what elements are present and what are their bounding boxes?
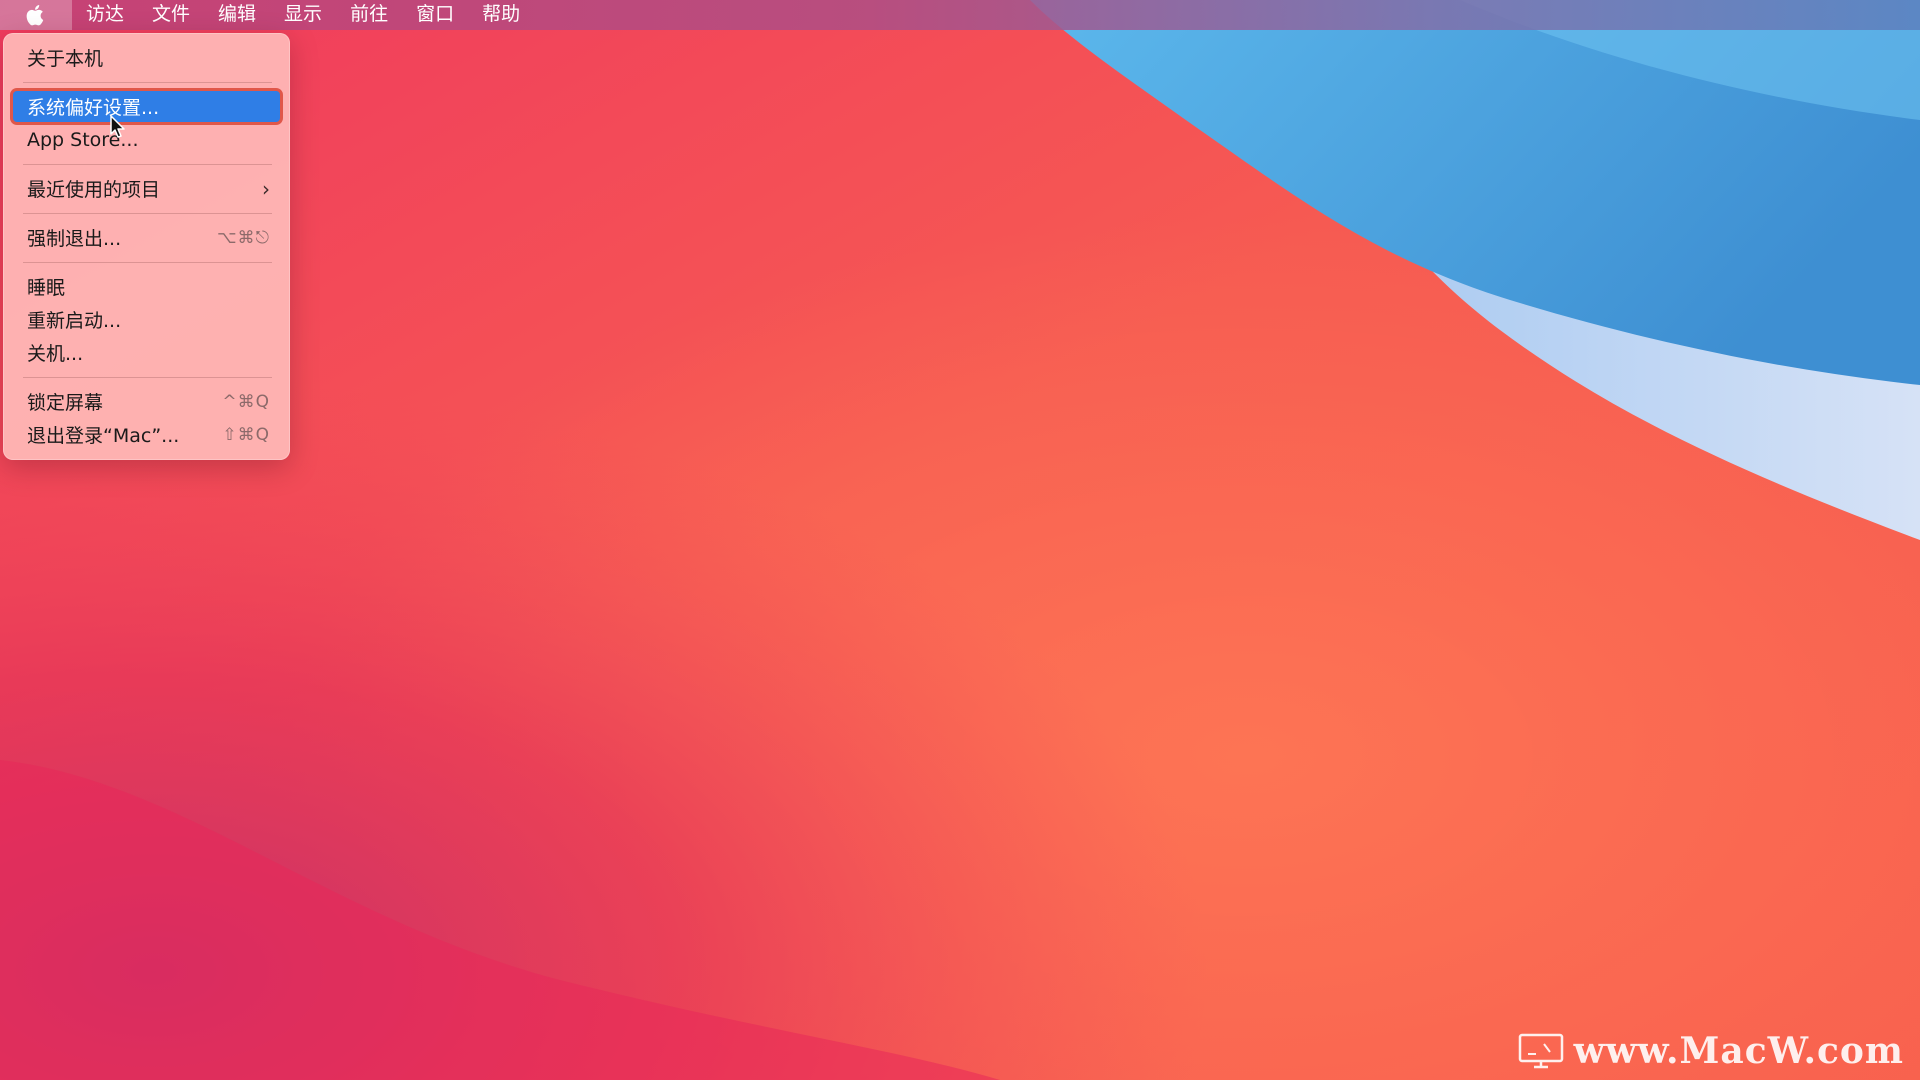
menu-item-shutdown[interactable]: 关机... bbox=[13, 337, 280, 368]
menu-item-label: 最近使用的项目 bbox=[27, 179, 161, 201]
keyboard-shortcut: ⇧⌘Q bbox=[222, 424, 270, 445]
menu-item-restart[interactable]: 重新启动... bbox=[13, 304, 280, 335]
menu-separator bbox=[23, 82, 272, 83]
watermark-text: www.MacW.com bbox=[1573, 1030, 1904, 1072]
menu-item-label: 强制退出... bbox=[27, 228, 122, 250]
menu-item-label: 睡眠 bbox=[27, 277, 66, 299]
menu-finder[interactable]: 访达 bbox=[72, 0, 138, 30]
menu-edit[interactable]: 编辑 bbox=[204, 0, 270, 30]
menu-item-recent-items[interactable]: 最近使用的项目 › bbox=[13, 173, 280, 204]
menu-separator bbox=[23, 377, 272, 378]
watermark: www.MacW.com bbox=[1518, 1030, 1904, 1072]
desktop[interactable]: 访达 文件 编辑 显示 前往 窗口 帮助 关于本机 系统偏好设置... App … bbox=[0, 0, 1920, 1080]
menu-view[interactable]: 显示 bbox=[270, 0, 336, 30]
menu-item-force-quit[interactable]: 强制退出... ⌥⌘⎋ bbox=[13, 222, 280, 253]
menu-item-label: 退出登录“Mac”... bbox=[27, 425, 180, 447]
apple-dropdown-menu: 关于本机 系统偏好设置... App Store... 最近使用的项目 › 强制… bbox=[3, 33, 290, 460]
menu-separator bbox=[23, 213, 272, 214]
menu-separator bbox=[23, 262, 272, 263]
keyboard-shortcut: ^⌘Q bbox=[222, 391, 270, 412]
mouse-cursor-icon bbox=[110, 115, 125, 138]
apple-menu-button[interactable] bbox=[0, 0, 72, 30]
menu-item-log-out[interactable]: 退出登录“Mac”... ⇧⌘Q bbox=[13, 419, 280, 450]
menu-bar: 访达 文件 编辑 显示 前往 窗口 帮助 bbox=[0, 0, 1920, 30]
apple-logo-icon bbox=[26, 5, 44, 26]
menu-item-label: 关于本机 bbox=[27, 48, 104, 70]
menu-item-label: 锁定屏幕 bbox=[27, 392, 104, 414]
menu-item-about[interactable]: 关于本机 bbox=[13, 42, 280, 73]
menu-item-label: 重新启动... bbox=[27, 310, 122, 332]
menu-item-sleep[interactable]: 睡眠 bbox=[13, 271, 280, 302]
menu-window[interactable]: 窗口 bbox=[402, 0, 468, 30]
menu-item-lock-screen[interactable]: 锁定屏幕 ^⌘Q bbox=[13, 386, 280, 417]
chevron-right-icon: › bbox=[262, 176, 270, 201]
monitor-logo-icon bbox=[1518, 1033, 1563, 1069]
keyboard-shortcut: ⌥⌘⎋ bbox=[216, 227, 270, 248]
menu-file[interactable]: 文件 bbox=[138, 0, 204, 30]
menu-go[interactable]: 前往 bbox=[336, 0, 402, 30]
menu-help[interactable]: 帮助 bbox=[468, 0, 534, 30]
menu-item-system-preferences[interactable]: 系统偏好设置... bbox=[13, 91, 280, 122]
menu-separator bbox=[23, 164, 272, 165]
menu-item-label: 系统偏好设置... bbox=[27, 97, 160, 119]
menu-item-label: 关机... bbox=[27, 343, 84, 365]
menu-item-app-store[interactable]: App Store... bbox=[13, 124, 280, 155]
